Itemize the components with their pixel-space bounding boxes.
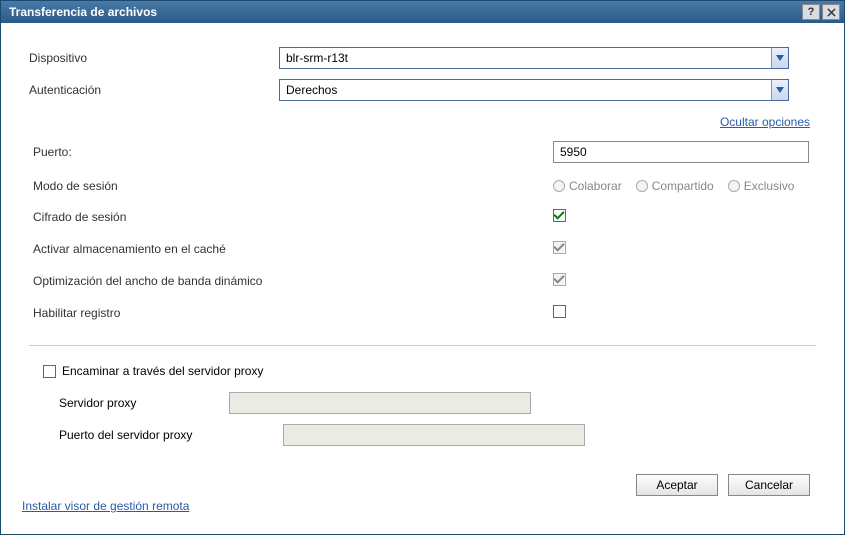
close-button[interactable]: [822, 4, 840, 20]
window-title: Transferencia de archivos: [9, 5, 802, 19]
bandwidth-checkbox: [553, 273, 566, 286]
session-mode-group: Colaborar Compartido Exclusivo: [553, 179, 794, 193]
dialog-content: Dispositivo blr-srm-r13t Autenticación D…: [1, 23, 844, 534]
port-label: Puerto:: [33, 145, 283, 159]
radio-icon: [636, 180, 648, 192]
hide-options-link[interactable]: Ocultar opciones: [720, 115, 810, 129]
divider: [29, 345, 816, 346]
logging-checkbox[interactable]: [553, 305, 566, 318]
session-mode-label: Modo de sesión: [33, 179, 283, 193]
bandwidth-label: Optimización del ancho de banda dinámico: [33, 274, 353, 288]
encryption-label: Cifrado de sesión: [33, 210, 283, 224]
ok-button[interactable]: Aceptar: [636, 474, 718, 496]
encryption-checkbox[interactable]: [553, 209, 566, 222]
file-transfer-dialog: Transferencia de archivos ? Dispositivo …: [0, 0, 845, 535]
chevron-down-icon: [771, 79, 789, 101]
help-button[interactable]: ?: [802, 4, 820, 20]
auth-select[interactable]: Derechos: [279, 79, 789, 101]
proxy-port-input: [283, 424, 585, 446]
logging-label: Habilitar registro: [33, 306, 283, 320]
port-input[interactable]: [553, 141, 809, 163]
auth-label: Autenticación: [29, 83, 279, 97]
radio-icon: [553, 180, 565, 192]
auth-value: Derechos: [286, 83, 337, 97]
proxy-port-label: Puerto del servidor proxy: [59, 428, 283, 442]
cancel-button[interactable]: Cancelar: [728, 474, 810, 496]
install-viewer-link[interactable]: Instalar visor de gestión remota: [22, 499, 189, 513]
chevron-down-icon: [771, 47, 789, 69]
radio-shared: Compartido: [636, 179, 714, 193]
radio-exclusive: Exclusivo: [728, 179, 795, 193]
route-proxy-label: Encaminar a través del servidor proxy: [62, 364, 263, 378]
device-select[interactable]: blr-srm-r13t: [279, 47, 789, 69]
caching-label: Activar almacenamiento en el caché: [33, 242, 283, 256]
radio-icon: [728, 180, 740, 192]
proxy-server-input: [229, 392, 531, 414]
device-label: Dispositivo: [29, 51, 279, 65]
caching-checkbox: [553, 241, 566, 254]
proxy-server-label: Servidor proxy: [59, 396, 229, 410]
route-proxy-checkbox[interactable]: [43, 365, 56, 378]
device-value: blr-srm-r13t: [286, 51, 348, 65]
titlebar: Transferencia de archivos ?: [1, 1, 844, 23]
radio-collaborate: Colaborar: [553, 179, 622, 193]
